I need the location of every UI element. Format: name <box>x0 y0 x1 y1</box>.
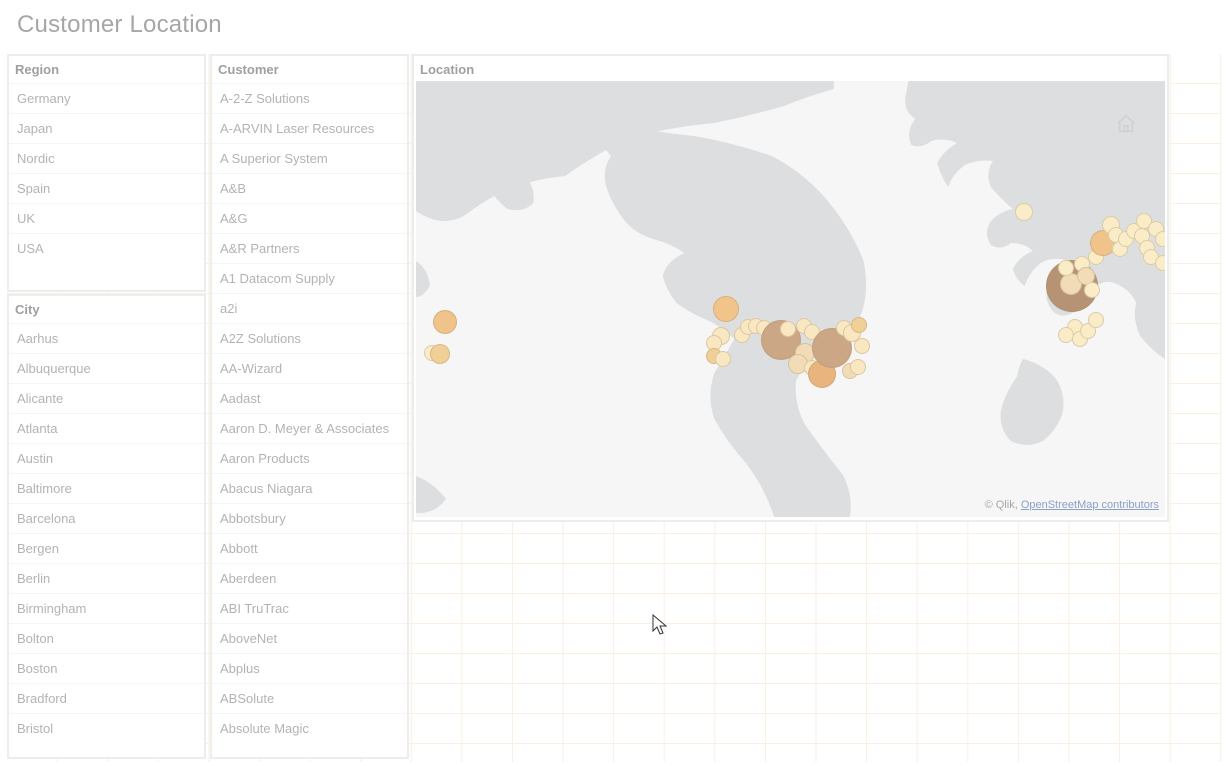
map-bubble[interactable] <box>1155 255 1165 271</box>
map-bubble[interactable] <box>1088 312 1104 328</box>
city-item[interactable]: Bristol <box>9 713 204 743</box>
location-panel-title: Location <box>414 56 1167 81</box>
map-attribution: © Qlik, OpenStreetMap contributors <box>985 499 1159 511</box>
customer-item[interactable]: AA-Wizard <box>212 353 407 383</box>
region-item[interactable]: Germany <box>9 83 204 113</box>
customer-item[interactable]: A&R Partners <box>212 233 407 263</box>
region-item[interactable]: UK <box>9 203 204 233</box>
map-bubble[interactable] <box>430 344 450 364</box>
region-panel: Region GermanyJapanNordicSpainUKUSA <box>7 54 206 292</box>
map-bubble[interactable] <box>1084 282 1100 298</box>
customer-item[interactable]: AboveNet <box>212 623 407 653</box>
customer-item[interactable]: A1 Datacom Supply <box>212 263 407 293</box>
map-bubble[interactable] <box>1155 231 1165 247</box>
attribution-prefix: © Qlik, <box>985 499 1021 511</box>
city-item[interactable]: Boston <box>9 653 204 683</box>
city-item[interactable]: Bergen <box>9 533 204 563</box>
city-item[interactable]: Alicante <box>9 383 204 413</box>
customer-item[interactable]: A-2-Z Solutions <box>212 83 407 113</box>
city-item[interactable]: Bolton <box>9 623 204 653</box>
customer-item[interactable]: a2i <box>212 293 407 323</box>
map-bubble[interactable] <box>1015 203 1033 221</box>
map-bubble[interactable] <box>713 296 739 322</box>
customer-list: A-2-Z SolutionsA-ARVIN Laser ResourcesA … <box>212 83 407 743</box>
region-item[interactable]: USA <box>9 233 204 263</box>
customer-item[interactable]: A-ARVIN Laser Resources <box>212 113 407 143</box>
map-bubble[interactable] <box>851 317 867 333</box>
city-item[interactable]: Baltimore <box>9 473 204 503</box>
customer-item[interactable]: A&B <box>212 173 407 203</box>
customer-panel-title: Customer <box>212 56 407 83</box>
map-viewport[interactable]: © Qlik, OpenStreetMap contributors <box>416 81 1165 517</box>
customer-item[interactable]: Abplus <box>212 653 407 683</box>
map-bubble[interactable] <box>715 351 731 367</box>
location-panel: Location © Qlik, OpenStreetMap contribut… <box>412 54 1169 522</box>
customer-item[interactable]: Aadast <box>212 383 407 413</box>
customer-item[interactable]: Aaron Products <box>212 443 407 473</box>
city-panel-title: City <box>9 296 204 323</box>
customer-item[interactable]: Abacus Niagara <box>212 473 407 503</box>
customer-item[interactable]: Aaron D. Meyer & Associates <box>212 413 407 443</box>
map-bubble[interactable] <box>850 359 866 375</box>
customer-item[interactable]: A2Z Solutions <box>212 323 407 353</box>
region-panel-title: Region <box>9 56 204 83</box>
region-item[interactable]: Spain <box>9 173 204 203</box>
city-item[interactable]: Atlanta <box>9 413 204 443</box>
city-item[interactable]: Albuquerque <box>9 353 204 383</box>
map-bubble[interactable] <box>780 321 796 337</box>
region-item[interactable]: Nordic <box>9 143 204 173</box>
customer-item[interactable]: ABI TruTrac <box>212 593 407 623</box>
city-item[interactable]: Berlin <box>9 563 204 593</box>
customer-item[interactable]: Aberdeen <box>212 563 407 593</box>
city-item[interactable]: Barcelona <box>9 503 204 533</box>
map-bubble[interactable] <box>854 338 870 354</box>
home-icon[interactable] <box>1115 113 1137 135</box>
customer-item[interactable]: A Superior System <box>212 143 407 173</box>
customer-item[interactable]: Abbott <box>212 533 407 563</box>
customer-item[interactable]: ABSolute <box>212 683 407 713</box>
cursor-icon <box>652 614 668 636</box>
map-bubble[interactable] <box>1058 260 1074 276</box>
attribution-link[interactable]: OpenStreetMap contributors <box>1021 499 1159 511</box>
customer-item[interactable]: Abbotsbury <box>212 503 407 533</box>
map-bubble[interactable] <box>433 310 457 334</box>
city-item[interactable]: Austin <box>9 443 204 473</box>
page-title: Customer Location <box>17 11 222 39</box>
city-list: AarhusAlbuquerqueAlicanteAtlantaAustinBa… <box>9 323 204 743</box>
customer-item[interactable]: A&G <box>212 203 407 233</box>
region-item[interactable]: Japan <box>9 113 204 143</box>
region-list: GermanyJapanNordicSpainUKUSA <box>9 83 204 263</box>
city-item[interactable]: Bradford <box>9 683 204 713</box>
city-panel: City AarhusAlbuquerqueAlicanteAtlantaAus… <box>7 294 206 759</box>
customer-item[interactable]: Absolute Magic <box>212 713 407 743</box>
city-item[interactable]: Aarhus <box>9 323 204 353</box>
city-item[interactable]: Birmingham <box>9 593 204 623</box>
customer-panel: Customer A-2-Z SolutionsA-ARVIN Laser Re… <box>210 54 409 759</box>
